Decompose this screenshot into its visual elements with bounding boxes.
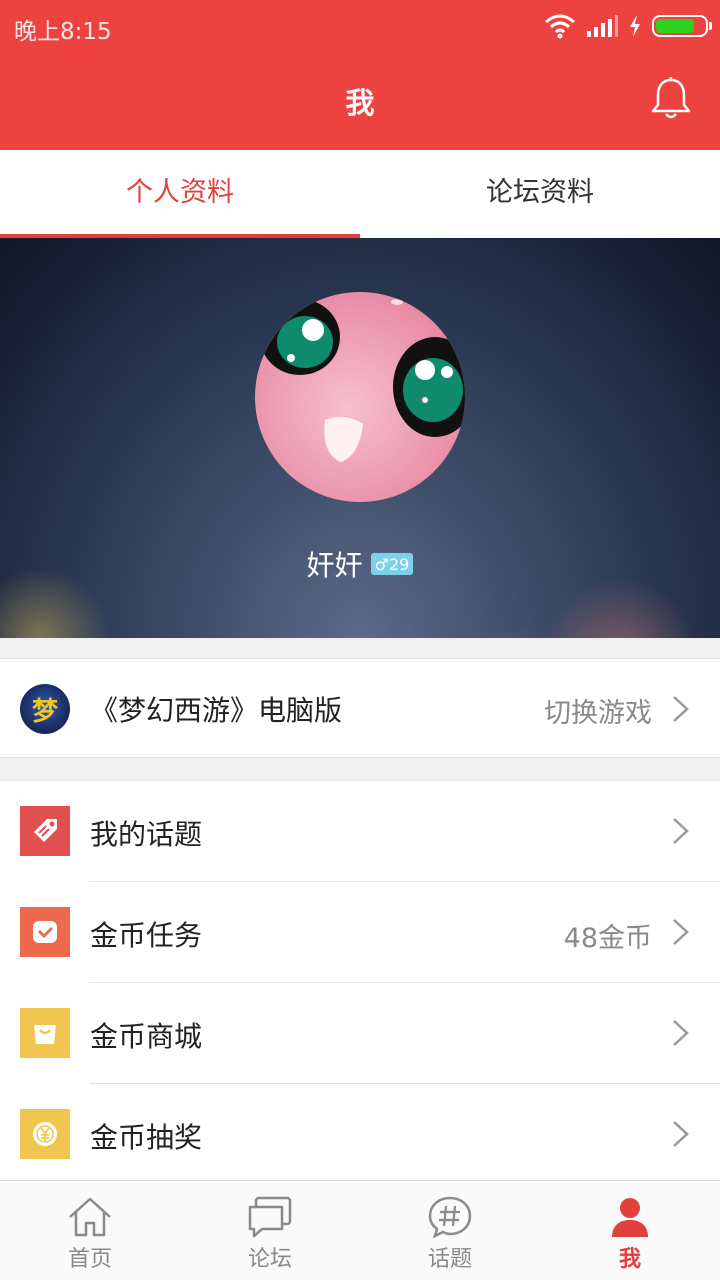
hashtag-icon (428, 1196, 472, 1239)
menu-item-coin-tasks[interactable]: 金币任务 48金币 (0, 882, 720, 983)
nav-forum[interactable]: 论坛 (180, 1181, 360, 1280)
chevron-right-icon (673, 919, 689, 945)
profile-header: 奸奸 ♂ 29 (0, 238, 720, 638)
game-name: 《梦幻西游》电脑版 (90, 694, 343, 727)
chevron-right-icon (673, 818, 689, 844)
signal-icon (587, 15, 618, 37)
tab-personal-info[interactable]: 个人资料 (0, 150, 360, 238)
tab-forum-info[interactable]: 论坛资料 (360, 150, 720, 238)
home-icon (69, 1197, 111, 1237)
menu-item-coin-mall[interactable]: 金币商城 (0, 983, 720, 1084)
chevron-right-icon (673, 696, 689, 722)
coin-balance: 48金币 (563, 923, 652, 954)
shopping-bag-icon (20, 1008, 70, 1058)
charging-icon (630, 15, 640, 37)
game-logo: 梦 (20, 684, 70, 734)
chevron-right-icon (673, 1020, 689, 1046)
game-logo-text: 梦 (31, 696, 58, 727)
user-icon (612, 1198, 648, 1237)
chevron-right-icon (673, 1121, 689, 1147)
status-icons (544, 12, 712, 40)
profile-tabs: 个人资料 论坛资料 (0, 150, 720, 238)
battery-icon (652, 15, 712, 37)
nav-topics[interactable]: 话题 (360, 1181, 540, 1280)
lottery-coin-icon (20, 1109, 70, 1159)
forum-icon (248, 1196, 292, 1238)
avatar[interactable] (255, 292, 465, 502)
menu-item-label: 我的话题 (90, 818, 203, 851)
bell-icon[interactable] (648, 76, 694, 122)
menu-item-label: 金币商城 (90, 1020, 203, 1053)
nav-me[interactable]: 我 (540, 1181, 720, 1280)
tag-icon (20, 806, 70, 856)
menu-item-label: 金币抽奖 (90, 1121, 203, 1154)
nav-label: 话题 (427, 1247, 472, 1272)
menu-item-coin-lottery[interactable]: 金币抽奖 (0, 1084, 720, 1185)
nav-home[interactable]: 首页 (0, 1181, 180, 1280)
profile-name-row: 奸奸 ♂ 29 (0, 544, 720, 584)
avatar-face-icon (260, 299, 465, 462)
username: 奸奸 (306, 549, 363, 582)
task-check-icon (20, 907, 70, 957)
wifi-icon (545, 14, 575, 39)
switch-game-label: 切换游戏 (544, 698, 652, 729)
app-bar: 我 (0, 52, 720, 150)
game-switch-row[interactable]: 梦 《梦幻西游》电脑版 切换游戏 (0, 658, 720, 758)
user-level: 29 (389, 554, 410, 574)
status-bar: 晚上8:15 (0, 0, 720, 52)
menu-item-label: 金币任务 (90, 919, 203, 952)
nav-label: 我 (618, 1247, 641, 1272)
page-title: 我 (345, 86, 375, 120)
status-time: 晚上8:15 (14, 19, 112, 45)
nav-label: 论坛 (247, 1247, 292, 1272)
bottom-nav: 首页 论坛 话题 我 (0, 1180, 720, 1280)
menu-item-my-topics[interactable]: 我的话题 (0, 781, 720, 882)
menu-list: 我的话题 金币任务 48金币 金币商城 金币抽奖 (0, 780, 720, 1184)
nav-label: 首页 (67, 1247, 112, 1272)
gender-level-badge: ♂ 29 (370, 553, 414, 575)
gender-icon: ♂ (374, 554, 389, 574)
